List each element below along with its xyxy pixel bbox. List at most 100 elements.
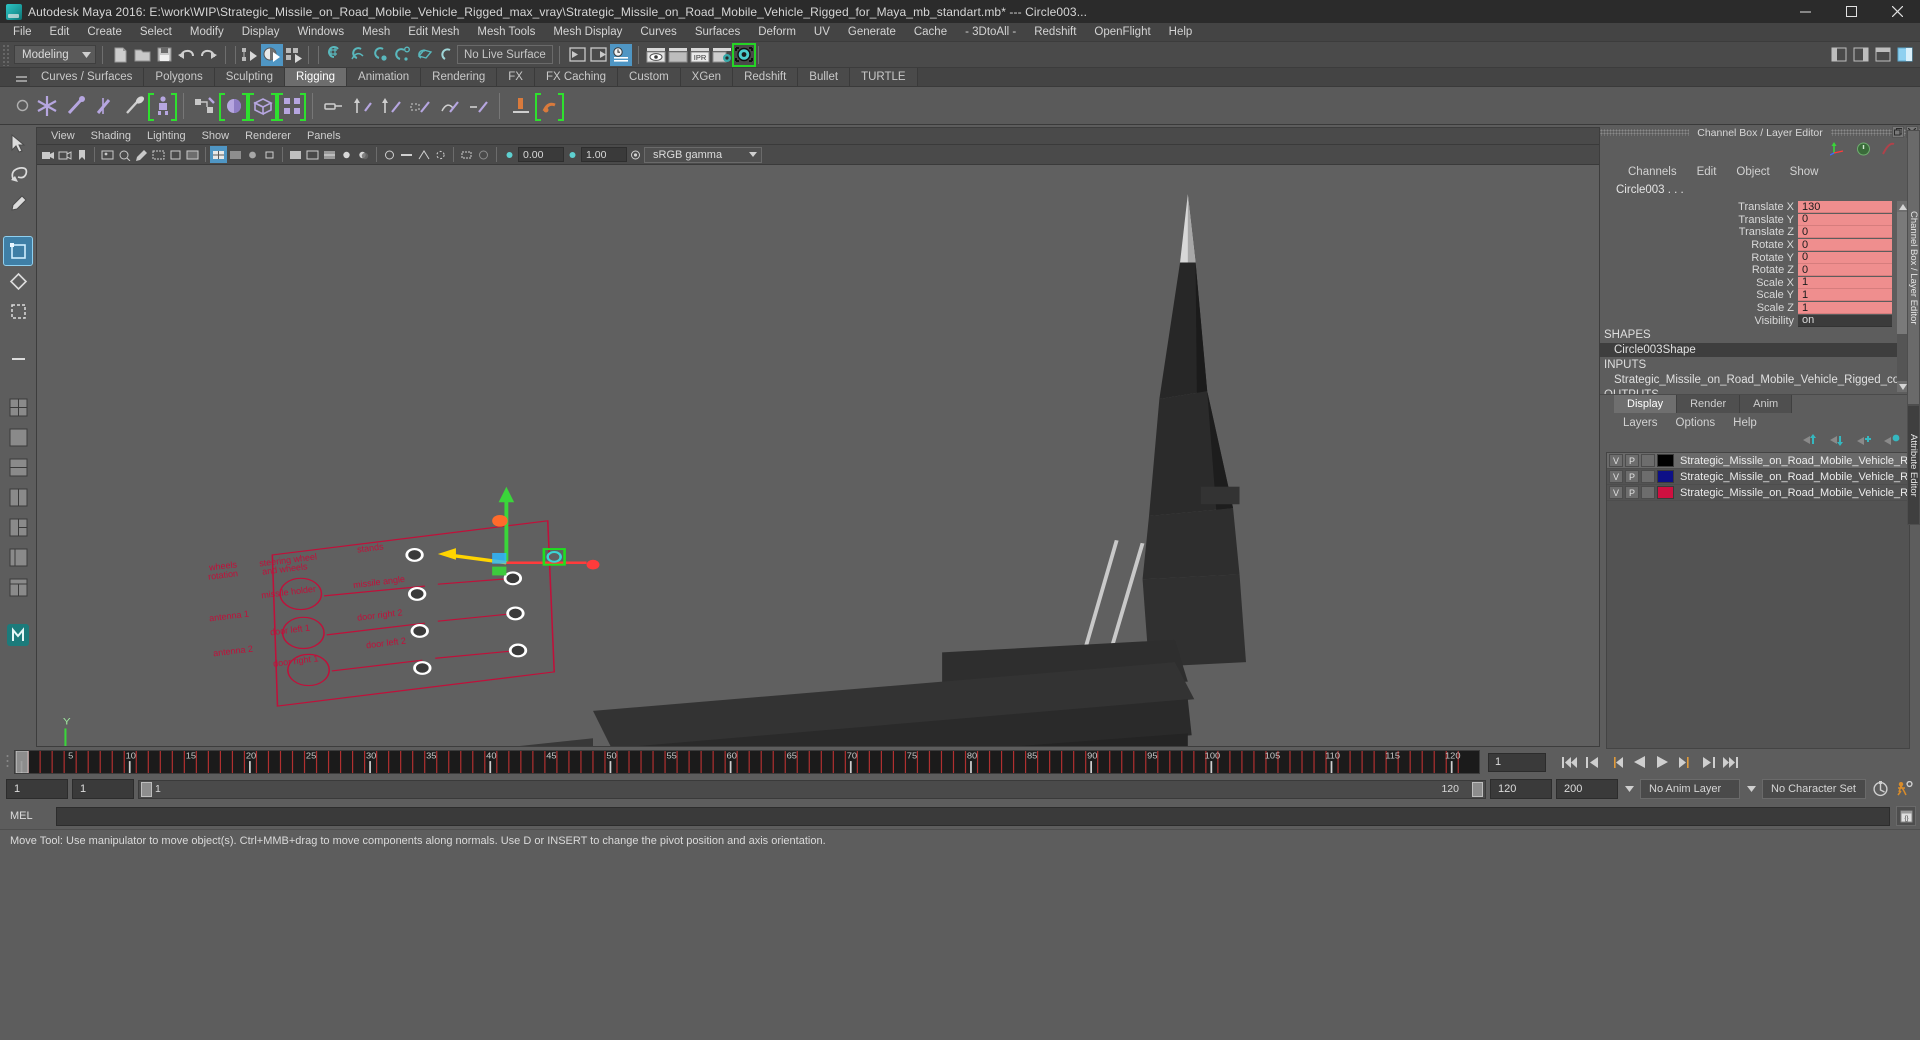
shelf-tab-redshift[interactable]: Redshift xyxy=(733,68,799,86)
menu-display[interactable]: Display xyxy=(233,23,289,42)
attribute-row[interactable]: Translate Y 0 xyxy=(1600,213,1920,227)
layer-menu-options[interactable]: Options xyxy=(1667,417,1725,429)
render-view-icon[interactable] xyxy=(645,44,667,66)
gamma-icon[interactable] xyxy=(564,146,581,163)
minimize-button[interactable] xyxy=(1782,0,1828,23)
attribute-value[interactable]: 0 xyxy=(1798,239,1892,252)
display-layer-list[interactable]: V P Strategic_Missile_on_Road_Mobile_Veh… xyxy=(1606,452,1910,749)
open-scene-icon[interactable] xyxy=(131,44,153,66)
channel-menu-object[interactable]: Object xyxy=(1726,166,1779,178)
lattice-icon[interactable] xyxy=(348,90,377,122)
layout-two-side-by-side[interactable] xyxy=(4,483,32,511)
animation-curve-icon[interactable] xyxy=(1856,142,1871,161)
xray-icon[interactable] xyxy=(227,146,244,163)
attribute-row[interactable]: Rotate Z 0 xyxy=(1600,264,1920,277)
ik-spline-handle-icon[interactable] xyxy=(90,90,119,122)
shelf-options-icon[interactable] xyxy=(12,87,32,125)
select-by-component-type-icon[interactable] xyxy=(283,44,305,66)
dock-tab-channel-box[interactable]: Channel Box / Layer Editor xyxy=(1907,130,1920,405)
paint-select-tool[interactable] xyxy=(4,189,32,217)
menu-deform[interactable]: Deform xyxy=(749,23,805,42)
viewport-menu-renderer[interactable]: Renderer xyxy=(237,130,299,142)
menu-uv[interactable]: UV xyxy=(805,23,839,42)
range-end-handle[interactable] xyxy=(1472,781,1483,797)
exposure-field[interactable]: 0.00 xyxy=(518,147,564,162)
layer-playback-toggle[interactable]: P xyxy=(1625,454,1639,467)
select-by-hierarchy-icon[interactable] xyxy=(239,44,261,66)
layer-type-toggle[interactable] xyxy=(1641,486,1655,499)
menu-file[interactable]: File xyxy=(4,23,41,42)
joint-tool-icon[interactable] xyxy=(32,90,61,122)
auto-key-icon[interactable] xyxy=(1870,779,1890,799)
panel-undock-button[interactable] xyxy=(1892,126,1904,138)
layer-type-toggle[interactable] xyxy=(1641,454,1655,467)
new-scene-icon[interactable] xyxy=(109,44,131,66)
save-scene-icon[interactable] xyxy=(153,44,175,66)
attribute-value[interactable]: 1 xyxy=(1798,276,1892,289)
layer-tab-render[interactable]: Render xyxy=(1677,395,1741,413)
snap-to-projected-center-icon[interactable] xyxy=(391,44,413,66)
render-current-frame-icon[interactable] xyxy=(667,44,689,66)
attribute-value[interactable]: 0 xyxy=(1798,251,1892,264)
shelf-tab-bullet[interactable]: Bullet xyxy=(798,68,851,86)
insert-joint-tool-icon[interactable] xyxy=(119,90,148,122)
layer-visibility-toggle[interactable]: V xyxy=(1609,454,1623,467)
new-layer-from-selected-icon[interactable] xyxy=(1884,433,1900,451)
shelf-tab-rendering[interactable]: Rendering xyxy=(421,68,498,86)
layout-hypershade[interactable] xyxy=(4,573,32,601)
show-hide-tool-settings-icon[interactable] xyxy=(1872,44,1894,66)
menu-create[interactable]: Create xyxy=(78,23,131,42)
isolate-select-icon[interactable] xyxy=(458,146,475,163)
shelf-tab-turtle[interactable]: TURTLE xyxy=(850,68,918,86)
menu-select[interactable]: Select xyxy=(131,23,181,42)
paint-skin-weights-icon[interactable] xyxy=(190,90,219,122)
section-item-input[interactable]: Strategic_Missile_on_Road_Mobile_Vehicle… xyxy=(1600,373,1920,387)
render-settings-icon[interactable] xyxy=(711,44,733,66)
shelf-tab-rigging[interactable]: Rigging xyxy=(285,68,348,86)
dock-tab-attribute-editor[interactable]: Attribute Editor xyxy=(1907,405,1920,525)
menu-edit[interactable]: Edit xyxy=(41,23,79,42)
pose-library-icon[interactable] xyxy=(535,90,564,122)
exposure-icon[interactable] xyxy=(501,146,518,163)
multisample-aa-icon[interactable] xyxy=(415,146,432,163)
shelf-tab-animation[interactable]: Animation xyxy=(347,68,422,86)
lasso-tool[interactable] xyxy=(4,159,32,187)
scale-tool[interactable] xyxy=(4,297,32,325)
command-line-input[interactable] xyxy=(56,806,1890,826)
menu-mesh-tools[interactable]: Mesh Tools xyxy=(468,23,544,42)
viewport-menu-shading[interactable]: Shading xyxy=(83,130,139,142)
menu-edit-mesh[interactable]: Edit Mesh xyxy=(399,23,468,42)
step-back-frame-icon[interactable] xyxy=(1583,752,1603,772)
shelf-tab-xgen[interactable]: XGen xyxy=(680,68,734,86)
maximize-button[interactable] xyxy=(1828,0,1874,23)
layer-row[interactable]: V P Strategic_Missile_on_Road_Mobile_Veh… xyxy=(1607,453,1909,469)
use-all-lights-icon[interactable] xyxy=(338,146,355,163)
menu-redshift[interactable]: Redshift xyxy=(1025,23,1085,42)
color-profile-selector[interactable]: sRGB gamma xyxy=(644,146,762,163)
show-hide-modeling-toolkit-icon[interactable] xyxy=(1828,44,1850,66)
layer-tab-display[interactable]: Display xyxy=(1614,395,1678,413)
smooth-shade-all-icon[interactable] xyxy=(287,146,304,163)
depth-of-field-icon[interactable] xyxy=(432,146,449,163)
ik-handle-icon[interactable] xyxy=(61,90,90,122)
xray-active-components-icon[interactable] xyxy=(261,146,278,163)
nonlinear-deformer-icon[interactable] xyxy=(464,90,493,122)
attribute-row[interactable]: Rotate X 0 xyxy=(1600,239,1920,252)
move-layer-down-icon[interactable] xyxy=(1830,433,1846,451)
persp-viewport-canvas[interactable]: Y X Z wheels rotation steering wheel and… xyxy=(37,165,1599,746)
layer-color-swatch[interactable] xyxy=(1657,470,1674,483)
time-slider[interactable]: 5 10 15 20 25 30 35 40 45 50 55 60 65 70… xyxy=(14,750,1480,774)
xray-joints-icon[interactable] xyxy=(244,146,261,163)
time-slider-grip[interactable] xyxy=(0,749,14,775)
layer-playback-toggle[interactable]: P xyxy=(1625,486,1639,499)
bind-skin-icon[interactable] xyxy=(148,90,177,122)
motion-blur-icon[interactable] xyxy=(398,146,415,163)
shelf-tab-polygons[interactable]: Polygons xyxy=(144,68,215,86)
layout-three-split[interactable] xyxy=(4,513,32,541)
attribute-value[interactable]: on xyxy=(1798,314,1892,327)
attribute-value[interactable]: 0 xyxy=(1798,226,1892,239)
blendshape-icon[interactable] xyxy=(435,90,464,122)
mirror-skin-weights-icon[interactable] xyxy=(248,90,277,122)
layer-color-swatch[interactable] xyxy=(1657,486,1674,499)
attribute-value[interactable]: 0 xyxy=(1798,264,1892,277)
